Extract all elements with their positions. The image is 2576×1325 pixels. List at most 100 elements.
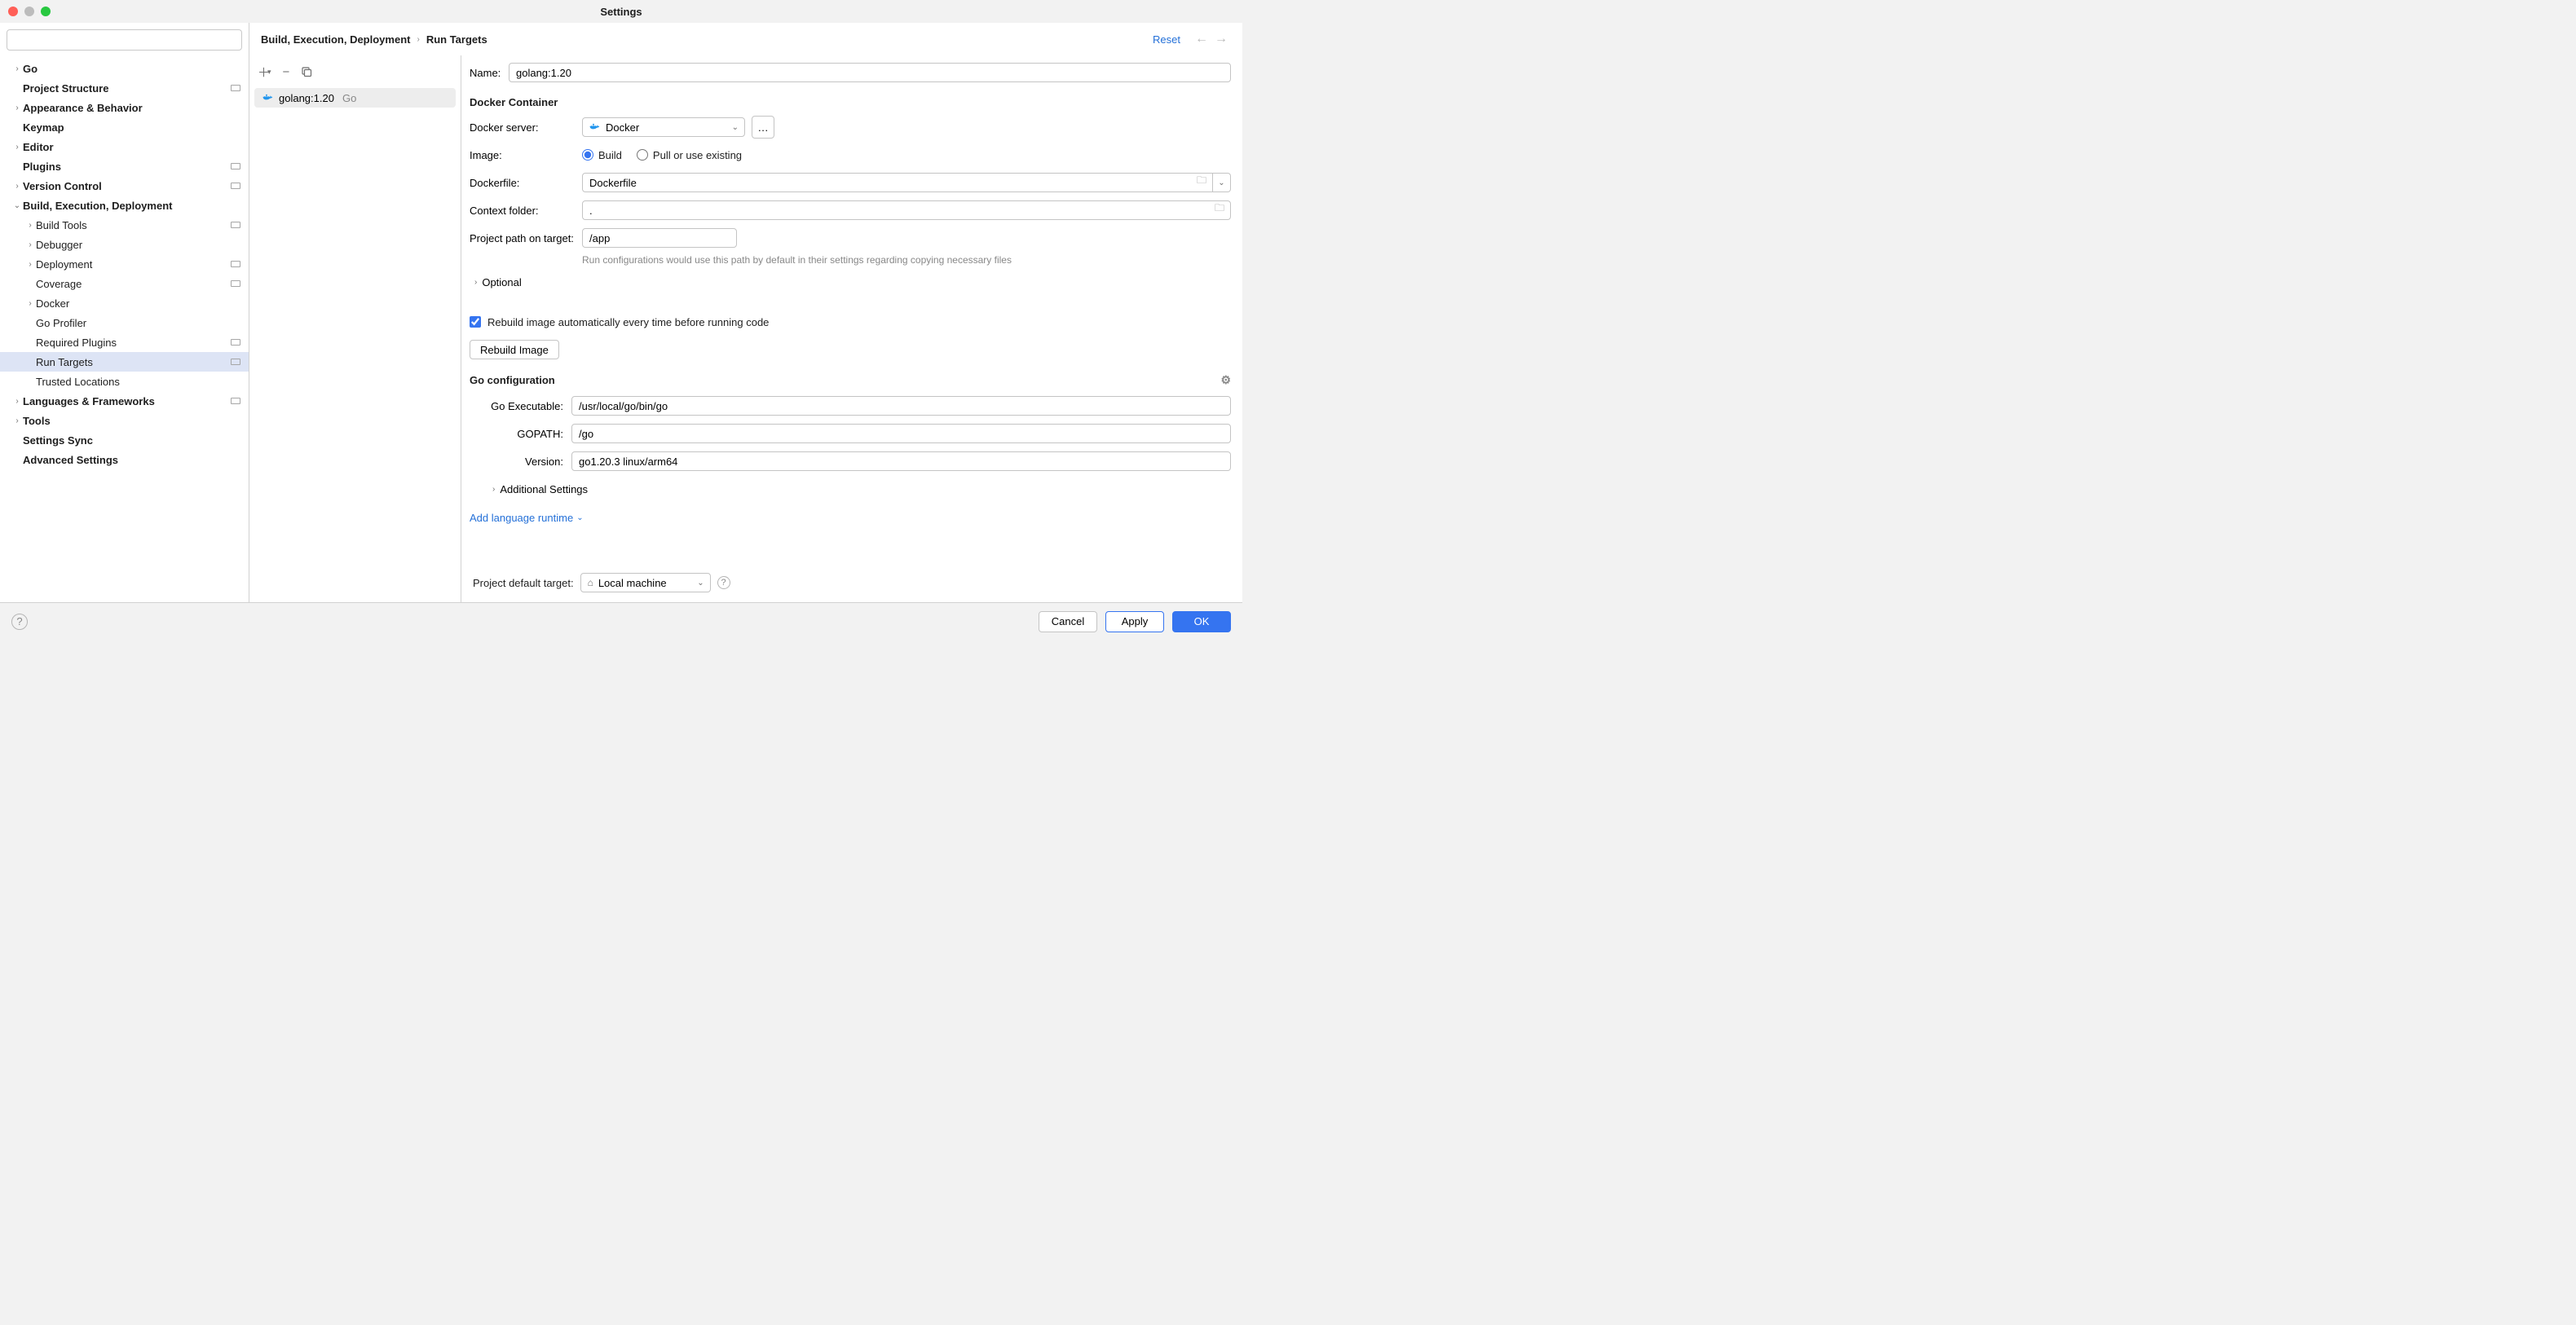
dockerfile-input[interactable] bbox=[582, 173, 1213, 192]
tree-item-run-targets[interactable]: Run Targets bbox=[0, 352, 249, 372]
tree-item-settings-sync[interactable]: Settings Sync bbox=[0, 430, 249, 450]
tree-item-lang-frameworks[interactable]: ›Languages & Frameworks bbox=[0, 391, 249, 411]
breadcrumb-item[interactable]: Build, Execution, Deployment bbox=[261, 33, 410, 46]
close-window-button[interactable] bbox=[8, 7, 18, 16]
scope-icon bbox=[231, 85, 240, 91]
chevron-right-icon: › bbox=[11, 103, 23, 112]
image-label: Image: bbox=[470, 149, 582, 161]
chevron-right-icon: › bbox=[11, 64, 23, 73]
tree-item-vcs[interactable]: ›Version Control bbox=[0, 176, 249, 196]
tree-item-debugger[interactable]: ›Debugger bbox=[0, 235, 249, 254]
image-build-radio[interactable]: Build bbox=[582, 149, 622, 161]
chevron-right-icon: › bbox=[11, 143, 23, 152]
tree-item-trusted-locations[interactable]: Trusted Locations bbox=[0, 372, 249, 391]
cancel-button[interactable]: Cancel bbox=[1039, 611, 1097, 632]
chevron-right-icon: › bbox=[11, 182, 23, 191]
target-item[interactable]: golang:1.20 Go bbox=[254, 88, 456, 108]
remove-icon[interactable]: − bbox=[283, 65, 290, 79]
scope-icon bbox=[231, 359, 240, 365]
breadcrumb-item: Run Targets bbox=[426, 33, 487, 46]
tree-item-docker[interactable]: ›Docker bbox=[0, 293, 249, 313]
image-pull-radio[interactable]: Pull or use existing bbox=[637, 149, 742, 161]
gopath-input[interactable] bbox=[571, 424, 1231, 443]
chevron-right-icon: › bbox=[24, 240, 36, 249]
tree-item-deployment[interactable]: ›Deployment bbox=[0, 254, 249, 274]
tree-item-plugins[interactable]: Plugins bbox=[0, 156, 249, 176]
tree-item-go-profiler[interactable]: Go Profiler bbox=[0, 313, 249, 332]
additional-settings-collapsible[interactable]: › Additional Settings bbox=[492, 483, 1231, 495]
tree-item-keymap[interactable]: Keymap bbox=[0, 117, 249, 137]
docker-icon bbox=[262, 94, 274, 102]
right-column: Build, Execution, Deployment › Run Targe… bbox=[249, 23, 1242, 602]
form-panel: Name: Docker Container Docker server: Do… bbox=[461, 55, 1242, 602]
breadcrumb-bar: Build, Execution, Deployment › Run Targe… bbox=[249, 23, 1242, 55]
gopath-label: GOPATH: bbox=[478, 428, 571, 440]
chevron-right-icon: › bbox=[24, 260, 36, 269]
arrow-right-icon[interactable]: → bbox=[1215, 32, 1228, 46]
titlebar: Settings bbox=[0, 0, 1242, 23]
help-button[interactable]: ? bbox=[11, 614, 28, 630]
chevron-down-icon: ⌄ bbox=[11, 201, 23, 210]
version-field bbox=[571, 451, 1231, 471]
scope-icon bbox=[231, 183, 240, 189]
default-target-select[interactable]: ⌂ Local machine bbox=[580, 573, 711, 592]
context-input[interactable] bbox=[582, 200, 1231, 220]
docker-server-browse-button[interactable]: … bbox=[752, 116, 774, 139]
docker-server-label: Docker server: bbox=[470, 121, 582, 134]
search-input[interactable] bbox=[7, 29, 242, 51]
rebuild-image-button[interactable]: Rebuild Image bbox=[470, 340, 559, 359]
search-wrap: ⌕ bbox=[0, 23, 249, 57]
tree-item-project-structure[interactable]: Project Structure bbox=[0, 78, 249, 98]
project-path-input[interactable] bbox=[582, 228, 737, 248]
chevron-right-icon: › bbox=[474, 278, 477, 287]
scope-icon bbox=[231, 261, 240, 267]
tree-item-advanced[interactable]: Advanced Settings bbox=[0, 450, 249, 469]
name-label: Name: bbox=[470, 67, 509, 79]
scope-icon bbox=[231, 280, 240, 287]
sidebar: ⌕ ›Go Project Structure ›Appearance & Be… bbox=[0, 23, 249, 602]
chevron-right-icon: › bbox=[11, 416, 23, 425]
chevron-right-icon: › bbox=[24, 221, 36, 230]
add-language-runtime-link[interactable]: Add language runtime ⌄ bbox=[470, 512, 584, 524]
dockerfile-label: Dockerfile: bbox=[470, 177, 582, 189]
tree-item-tools[interactable]: ›Tools bbox=[0, 411, 249, 430]
traffic-lights bbox=[0, 7, 51, 16]
docker-server-value: Docker bbox=[606, 121, 639, 134]
footer: ? Cancel Apply OK bbox=[0, 602, 1242, 640]
name-input[interactable] bbox=[509, 63, 1231, 82]
add-icon[interactable]: ＋▾ bbox=[258, 64, 271, 81]
home-icon: ⌂ bbox=[588, 577, 593, 588]
project-path-hint: Run configurations would use this path b… bbox=[582, 254, 1012, 266]
docker-server-select[interactable]: Docker bbox=[582, 117, 745, 137]
reset-link[interactable]: Reset bbox=[1153, 33, 1180, 46]
copy-icon[interactable] bbox=[301, 66, 312, 77]
help-icon[interactable]: ? bbox=[717, 576, 730, 589]
go-exe-label: Go Executable: bbox=[478, 400, 571, 412]
go-exe-input[interactable] bbox=[571, 396, 1231, 416]
chevron-right-icon: › bbox=[417, 35, 419, 44]
optional-collapsible[interactable]: › Optional bbox=[474, 276, 1231, 288]
tree-item-build-deploy[interactable]: ⌄Build, Execution, Deployment bbox=[0, 196, 249, 215]
dockerfile-history-button[interactable]: ⌄ bbox=[1213, 173, 1231, 192]
ok-button[interactable]: OK bbox=[1172, 611, 1231, 632]
minimize-window-button[interactable] bbox=[24, 7, 34, 16]
default-target-bar: Project default target: ⌂ Local machine … bbox=[461, 563, 1242, 602]
tree-item-appearance[interactable]: ›Appearance & Behavior bbox=[0, 98, 249, 117]
tree-item-go[interactable]: ›Go bbox=[0, 59, 249, 78]
version-label: Version: bbox=[478, 456, 571, 468]
window-title: Settings bbox=[0, 6, 1242, 18]
rebuild-checkbox[interactable] bbox=[470, 316, 481, 328]
targets-list: golang:1.20 Go bbox=[249, 88, 461, 602]
docker-section-title: Docker Container bbox=[470, 96, 1231, 108]
gear-icon[interactable]: ⚙ bbox=[1220, 373, 1231, 387]
arrow-left-icon[interactable]: ← bbox=[1195, 32, 1208, 46]
tree-item-coverage[interactable]: Coverage bbox=[0, 274, 249, 293]
maximize-window-button[interactable] bbox=[41, 7, 51, 16]
tree-item-build-tools[interactable]: ›Build Tools bbox=[0, 215, 249, 235]
tree-item-required-plugins[interactable]: Required Plugins bbox=[0, 332, 249, 352]
apply-button[interactable]: Apply bbox=[1105, 611, 1164, 632]
default-target-value: Local machine bbox=[598, 577, 667, 589]
targets-panel: ＋▾ − golang:1.20 Go bbox=[249, 55, 461, 602]
tree-item-editor[interactable]: ›Editor bbox=[0, 137, 249, 156]
target-name: golang:1.20 bbox=[279, 92, 334, 104]
